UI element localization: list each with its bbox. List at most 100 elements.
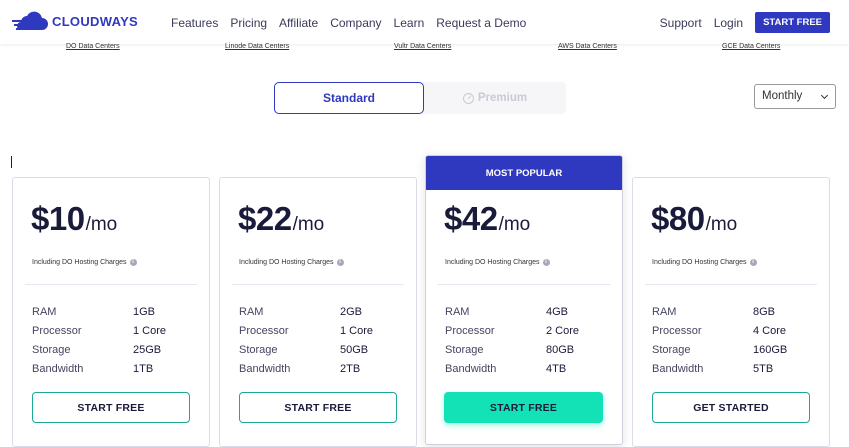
spec-value: 4TB	[546, 363, 567, 375]
hosting-charges-note: Including DO Hosting Charges i	[239, 259, 344, 266]
spec-row-storage: Storage 50GB	[239, 344, 399, 363]
hosting-charges-note: Including DO Hosting Charges i	[32, 259, 137, 266]
info-icon[interactable]: i	[336, 259, 344, 266]
spec-list: RAM 4GB Processor 2 Core Storage 80GB Bandw…	[445, 306, 605, 382]
divider	[645, 284, 817, 285]
vultr-datacenters-link[interactable]: Vultr Data Centers	[394, 43, 451, 50]
spec-row-storage: Storage 25GB	[32, 344, 192, 363]
divider	[25, 284, 197, 285]
price: $10 /mo	[31, 200, 117, 238]
divider	[232, 284, 404, 285]
support-link[interactable]: Support	[660, 16, 702, 30]
spec-row-ram: RAM 1GB	[32, 306, 192, 325]
info-icon[interactable]: i	[129, 259, 137, 266]
spec-value: 8GB	[753, 306, 776, 318]
spec-label: Processor	[445, 325, 495, 337]
price-amount: $10	[31, 200, 85, 237]
spec-label: Storage	[652, 344, 691, 356]
spec-value: 160GB	[753, 344, 788, 356]
do-datacenters-link[interactable]: DO Data Centers	[66, 43, 120, 50]
nav-actions: Support Login START FREE	[660, 12, 830, 33]
charges-text: Including DO Hosting Charges	[239, 259, 334, 266]
chevron-down-icon	[820, 91, 829, 100]
spec-value: 1 Core	[133, 325, 167, 337]
pricing-card-1: $10 /mo Including DO Hosting Charges i R…	[12, 177, 210, 447]
spec-row-ram: RAM 2GB	[239, 306, 399, 325]
premium-label: Premium	[477, 92, 528, 104]
price: $22 /mo	[238, 200, 324, 238]
info-icon[interactable]: i	[749, 259, 757, 266]
main-nav: Features Pricing Affiliate Company Learn…	[171, 16, 538, 30]
spec-row-ram: RAM 8GB	[652, 306, 812, 325]
spec-value: 50GB	[340, 344, 369, 356]
spec-label: Storage	[239, 344, 278, 356]
spec-label: Processor	[32, 325, 82, 337]
login-link[interactable]: Login	[714, 16, 743, 30]
nav-learn[interactable]: Learn	[394, 16, 425, 30]
spec-row-bandwidth: Bandwidth 5TB	[652, 363, 812, 382]
nav-pricing[interactable]: Pricing	[230, 16, 267, 30]
charges-text: Including DO Hosting Charges	[652, 259, 747, 266]
spec-label: Bandwidth	[445, 363, 497, 375]
charges-text: Including DO Hosting Charges	[32, 259, 127, 266]
spec-value: 80GB	[546, 344, 575, 356]
nav-company[interactable]: Company	[330, 16, 381, 30]
spec-value: 2TB	[340, 363, 361, 375]
charges-text: Including DO Hosting Charges	[445, 259, 540, 266]
spec-row-processor: Processor 2 Core	[445, 325, 605, 344]
text-cursor	[11, 156, 12, 168]
spec-value: 1 Core	[340, 325, 374, 337]
brand-name: CLOUDWAYS	[52, 13, 139, 29]
spec-value: 2 Core	[546, 325, 580, 337]
billing-period-select[interactable]: Monthly	[754, 84, 836, 109]
most-popular-badge: MOST POPULAR	[426, 156, 622, 190]
start-free-nav-button[interactable]: START FREE	[755, 12, 830, 33]
plan-type-toggle: Standard Premium	[274, 82, 566, 114]
spec-label: RAM	[239, 306, 264, 318]
spec-value: 5TB	[753, 363, 774, 375]
spec-value: 4GB	[546, 306, 569, 318]
pricing-card-4: $80 /mo Including DO Hosting Charges i R…	[632, 177, 830, 447]
start-free-button[interactable]: START FREE	[239, 392, 397, 423]
price-amount: $22	[238, 200, 292, 237]
nav-features[interactable]: Features	[171, 16, 218, 30]
standard-plan-tab[interactable]: Standard	[274, 82, 424, 114]
start-free-button[interactable]: START FREE	[444, 392, 603, 423]
spec-value: 1TB	[133, 363, 154, 375]
spec-row-ram: RAM 4GB	[445, 306, 605, 325]
aws-datacenters-link[interactable]: AWS Data Centers	[558, 43, 617, 50]
spec-value: 2GB	[340, 306, 363, 318]
info-icon[interactable]: i	[542, 259, 550, 266]
spec-label: RAM	[652, 306, 677, 318]
price: $80 /mo	[651, 200, 737, 238]
spec-row-processor: Processor 1 Core	[32, 325, 192, 344]
spec-label: Bandwidth	[239, 363, 291, 375]
nav-request-demo[interactable]: Request a Demo	[436, 16, 526, 30]
billing-period-value: Monthly	[762, 90, 803, 102]
premium-plan-tab[interactable]: Premium	[424, 82, 566, 114]
start-free-button[interactable]: START FREE	[32, 392, 190, 423]
price-unit: /mo	[705, 214, 738, 235]
linode-datacenters-link[interactable]: Linode Data Centers	[225, 43, 289, 50]
spec-list: RAM 2GB Processor 1 Core Storage 50GB Bandw…	[239, 306, 399, 382]
spec-value: 25GB	[133, 344, 162, 356]
spec-label: Bandwidth	[652, 363, 704, 375]
gce-datacenters-link[interactable]: GCE Data Centers	[722, 43, 780, 50]
cloudways-logo[interactable]: CLOUDWAYS	[12, 10, 138, 32]
nav-affiliate[interactable]: Affiliate	[279, 16, 318, 30]
spec-value: 1GB	[133, 306, 156, 318]
get-started-button[interactable]: GET STARTED	[652, 392, 810, 423]
spec-label: Processor	[652, 325, 702, 337]
spec-row-processor: Processor 4 Core	[652, 325, 812, 344]
spec-label: RAM	[32, 306, 57, 318]
price-unit: /mo	[498, 214, 531, 235]
spec-value: 4 Core	[753, 325, 787, 337]
datacenter-links: DO Data Centers Linode Data Centers Vult…	[0, 43, 849, 55]
price-unit: /mo	[292, 214, 325, 235]
spec-row-bandwidth: Bandwidth 4TB	[445, 363, 605, 382]
price-unit: /mo	[85, 214, 118, 235]
spec-row-storage: Storage 80GB	[445, 344, 605, 363]
spec-row-bandwidth: Bandwidth 1TB	[32, 363, 192, 382]
spec-list: RAM 1GB Processor 1 Core Storage 25GB Bandw…	[32, 306, 192, 382]
divider	[438, 284, 610, 285]
